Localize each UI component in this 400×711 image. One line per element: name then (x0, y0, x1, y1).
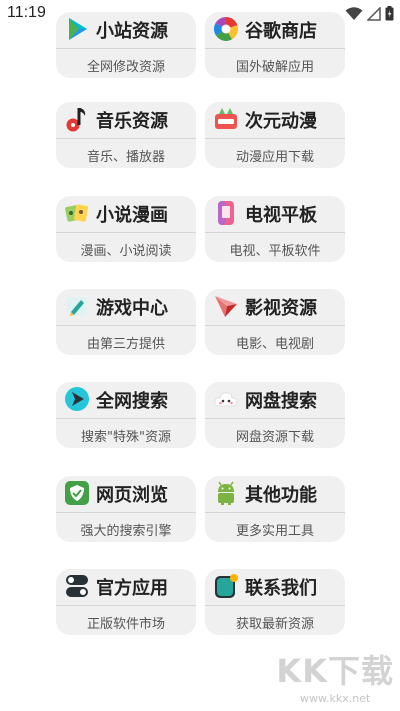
card-subtitle: 电视、平板软件 (229, 244, 321, 259)
card-xiaozhan-resources[interactable]: 小站资源 全网修改资源 (56, 12, 196, 78)
card-subtitle: 更多实用工具 (235, 524, 314, 539)
divider (56, 512, 196, 513)
comic-book-icon (65, 204, 88, 222)
divider (205, 325, 345, 326)
music-note-icon (66, 108, 86, 132)
card-header: 电视平板 (205, 196, 345, 232)
card-title: 次元动漫 (245, 111, 317, 132)
card-title: 全网搜索 (96, 391, 168, 412)
watermark-url: www.kkx.net (300, 692, 371, 705)
divider (56, 325, 196, 326)
card-web-browse[interactable]: 网页浏览 强大的搜索引擎 (56, 476, 196, 542)
card-title: 谷歌商店 (245, 21, 317, 42)
divider (205, 138, 345, 139)
cloud-icon (214, 392, 238, 407)
divider (56, 418, 196, 419)
card-subtitle: 全网修改资源 (86, 60, 165, 75)
card-header: 影视资源 (205, 289, 345, 325)
watermark-logo: KK下载 (276, 652, 394, 690)
card-title: 电视平板 (245, 205, 317, 226)
card-contact-us[interactable]: 联系我们 获取最新资源 (205, 569, 345, 635)
card-title: 联系我们 (245, 578, 317, 599)
divider (205, 605, 345, 606)
card-subtitle: 正版软件市场 (86, 617, 165, 632)
divider (205, 232, 345, 233)
card-header: 小说漫画 (56, 196, 196, 232)
card-header: 官方应用 (56, 569, 196, 605)
status-time: 11:19 (7, 4, 46, 21)
card-header: 网页浏览 (56, 476, 196, 512)
card-header: 联系我们 (205, 569, 345, 605)
card-game-center[interactable]: 游戏中心 由第三方提供 (56, 289, 196, 355)
card-title: 小站资源 (96, 21, 168, 42)
card-subtitle: 搜索"特殊"资源 (81, 430, 171, 445)
card-header: 全网搜索 (56, 382, 196, 418)
card-official-apps[interactable]: 官方应用 正版软件市场 (56, 569, 196, 635)
card-novel-comics[interactable]: 小说漫画 漫画、小说阅读 (56, 196, 196, 262)
wifi-icon (345, 6, 363, 20)
card-title: 音乐资源 (96, 111, 168, 132)
contact-phone-icon (215, 574, 238, 598)
toggle-switch-icon (66, 575, 88, 597)
card-title: 小说漫画 (96, 205, 168, 226)
card-header: 音乐资源 (56, 102, 196, 138)
card-subtitle: 国外破解应用 (235, 60, 314, 75)
card-web-search[interactable]: 全网搜索 搜索"特殊"资源 (56, 382, 196, 448)
card-anime[interactable]: 次元动漫 动漫应用下载 (205, 102, 345, 168)
card-header: 次元动漫 (205, 102, 345, 138)
card-subtitle: 电影、电视剧 (235, 337, 314, 352)
search-arrow-icon (65, 387, 89, 411)
card-other-functions[interactable]: 其他功能 更多实用工具 (205, 476, 345, 542)
browser-shield-icon (65, 481, 89, 505)
divider (205, 512, 345, 513)
status-icons (345, 6, 394, 21)
card-subtitle: 网盘资源下载 (235, 430, 314, 445)
card-title: 游戏中心 (96, 298, 168, 319)
card-subtitle: 音乐、播放器 (86, 150, 165, 165)
divider (56, 232, 196, 233)
card-music-resources[interactable]: 音乐资源 音乐、播放器 (56, 102, 196, 168)
card-title: 影视资源 (245, 298, 317, 319)
card-header: 其他功能 (205, 476, 345, 512)
watermark: KK下载 www.kkx.net (276, 646, 394, 705)
card-header: 小站资源 (56, 12, 196, 48)
card-subtitle: 动漫应用下载 (235, 150, 314, 165)
tv-tablet-icon (218, 201, 234, 225)
card-header: 游戏中心 (56, 289, 196, 325)
card-header: 谷歌商店 (205, 12, 345, 48)
divider (56, 48, 196, 49)
card-subtitle: 由第三方提供 (86, 337, 165, 352)
card-tv-tablet[interactable]: 电视平板 电视、平板软件 (205, 196, 345, 262)
card-header: 网盘搜索 (205, 382, 345, 418)
play-triangle-icon (69, 18, 87, 40)
divider (205, 48, 345, 49)
google-play-icon (213, 16, 238, 41)
divider (56, 605, 196, 606)
divider (56, 138, 196, 139)
game-pencil-icon (67, 297, 87, 316)
card-film-resources[interactable]: 影视资源 电影、电视剧 (205, 289, 345, 355)
card-title: 官方应用 (96, 578, 168, 599)
signal-icon (367, 6, 381, 21)
paper-plane-icon (215, 296, 237, 317)
card-google-store[interactable]: 谷歌商店 国外破解应用 (205, 12, 345, 78)
card-subtitle: 漫画、小说阅读 (80, 244, 172, 259)
android-icon (218, 481, 234, 505)
card-title: 其他功能 (245, 485, 317, 506)
battery-icon (385, 6, 394, 21)
card-subtitle: 获取最新资源 (235, 617, 314, 632)
card-subtitle: 强大的搜索引擎 (80, 524, 172, 539)
anime-box-icon (215, 108, 237, 129)
card-title: 网盘搜索 (245, 391, 317, 412)
card-cloud-search[interactable]: 网盘搜索 网盘资源下载 (205, 382, 345, 448)
card-title: 网页浏览 (96, 485, 168, 506)
divider (205, 418, 345, 419)
